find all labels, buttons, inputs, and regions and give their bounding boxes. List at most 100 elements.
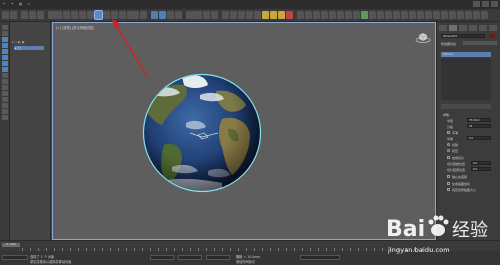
tool-helpers-icon[interactable] <box>1 61 8 66</box>
percent-snap-icon[interactable] <box>167 11 174 19</box>
toolbar-button-i[interactable] <box>361 11 368 19</box>
undo-icon[interactable] <box>2 11 9 19</box>
toolbar-button-n[interactable] <box>401 11 408 19</box>
curve-editor-icon[interactable] <box>246 11 253 19</box>
playback-controls[interactable] <box>300 255 340 260</box>
toolbar-button-v[interactable] <box>465 11 472 19</box>
slice-from-field[interactable]: 0.0 <box>471 161 491 165</box>
redo-icon[interactable] <box>10 11 17 19</box>
tool-filter-icon[interactable] <box>1 79 8 84</box>
object-color-swatch[interactable] <box>489 34 495 38</box>
tool-extra-icon[interactable] <box>1 115 8 120</box>
tool-lights-icon[interactable] <box>1 49 8 54</box>
toolbar-button-p[interactable] <box>417 11 424 19</box>
maximize-button[interactable] <box>482 1 489 7</box>
tool-select-icon[interactable] <box>1 25 8 30</box>
tab-motion[interactable] <box>469 25 477 31</box>
viewport-label[interactable]: [+] [透视] [默认明暗处理] <box>56 25 94 30</box>
pivot-center-icon[interactable] <box>140 11 147 19</box>
tab-utilities[interactable] <box>489 25 497 31</box>
minimize-button[interactable] <box>473 1 480 7</box>
tool-shapes-icon[interactable] <box>1 43 8 48</box>
snaps-toggle-icon[interactable] <box>151 11 158 19</box>
toolbar-button-q[interactable] <box>425 11 432 19</box>
select-and-scale-icon[interactable] <box>111 11 118 19</box>
menu-file-icon[interactable]: ▤ <box>18 1 25 8</box>
tab-modify[interactable] <box>449 25 457 31</box>
chop-radio[interactable] <box>447 143 450 146</box>
named-selection-dropdown[interactable] <box>186 11 202 19</box>
toolbar-button-r[interactable] <box>433 11 440 19</box>
select-region-icon[interactable] <box>79 11 86 19</box>
tool-display-icon[interactable] <box>1 31 8 36</box>
toolbar-button-d[interactable] <box>321 11 328 19</box>
align-icon[interactable] <box>211 11 218 19</box>
earth-sphere[interactable] <box>142 71 262 195</box>
toolbar-button-g[interactable] <box>345 11 352 19</box>
time-slider[interactable]: 0 / 100 <box>2 243 20 247</box>
toolbar-button-x[interactable] <box>481 11 488 19</box>
maxscript-listener[interactable] <box>2 255 28 260</box>
select-object-icon[interactable] <box>63 11 70 19</box>
material-editor-icon[interactable] <box>262 11 269 19</box>
graphite-ribbon-icon[interactable] <box>238 11 245 19</box>
toolbar-button-w[interactable] <box>473 11 480 19</box>
link-icon[interactable] <box>21 11 28 19</box>
segments-field[interactable]: 32 <box>467 124 491 128</box>
menu-redo-icon[interactable]: ↷ <box>10 1 17 8</box>
render-production-icon[interactable] <box>286 11 293 19</box>
params-section-title[interactable]: 参数 <box>443 113 449 117</box>
radius-field[interactable]: 75.0mm <box>467 118 491 122</box>
tool-geometry-icon[interactable] <box>1 37 8 42</box>
tool-spacewarps-icon[interactable] <box>1 67 8 72</box>
stack-controls[interactable] <box>441 104 491 109</box>
tool-layer-icon[interactable] <box>1 103 8 108</box>
schematic-view-icon[interactable] <box>254 11 261 19</box>
toolbar-button-s[interactable] <box>441 11 448 19</box>
render-setup-icon[interactable] <box>270 11 277 19</box>
coord-y-field[interactable] <box>178 255 202 260</box>
toolbar-button-l[interactable] <box>385 11 392 19</box>
mirror-icon[interactable] <box>203 11 210 19</box>
angle-snap-icon[interactable] <box>159 11 166 19</box>
toolbar-button-u[interactable] <box>457 11 464 19</box>
real-world-checkbox[interactable] <box>447 188 450 191</box>
add-time-tag[interactable]: 添加时间标记 <box>236 259 255 264</box>
menu-open-icon[interactable]: ▭ <box>26 1 33 8</box>
toolbar-button-t[interactable] <box>449 11 456 19</box>
spinner-snap-icon[interactable] <box>175 11 182 19</box>
menu-undo-icon[interactable]: ↶ <box>2 1 9 8</box>
selection-filter-dropdown[interactable] <box>48 11 62 19</box>
tool-find-icon[interactable] <box>1 109 8 114</box>
gen-map-coords-checkbox[interactable] <box>447 182 450 185</box>
tool-systems-icon[interactable] <box>1 73 8 78</box>
tool-cameras-icon[interactable] <box>1 55 8 60</box>
tab-create[interactable] <box>439 25 447 31</box>
base-to-pivot-checkbox[interactable] <box>447 175 450 178</box>
toolbar-button-m[interactable] <box>393 11 400 19</box>
squash-radio[interactable] <box>447 149 450 152</box>
tool-sort-icon[interactable] <box>1 85 8 90</box>
toolbar-button-a[interactable] <box>297 11 304 19</box>
tab-display[interactable] <box>479 25 487 31</box>
unlink-icon[interactable] <box>29 11 36 19</box>
smooth-checkbox[interactable] <box>447 131 450 134</box>
modifier-stack-item[interactable]: Sphere <box>441 52 491 57</box>
coord-x-field[interactable] <box>150 255 174 260</box>
viewcube-icon[interactable] <box>415 31 431 43</box>
window-crossing-icon[interactable] <box>87 11 94 19</box>
object-name-field[interactable]: Sphere001 <box>441 34 485 38</box>
toolbar-button-c[interactable] <box>313 11 320 19</box>
select-and-move-icon[interactable] <box>94 10 103 20</box>
scene-explorer-toggle-icon[interactable] <box>222 11 229 19</box>
layer-explorer-icon[interactable] <box>230 11 237 19</box>
toolbar-button-k[interactable] <box>377 11 384 19</box>
rendered-frame-window-icon[interactable] <box>278 11 285 19</box>
close-button[interactable] <box>491 1 498 7</box>
coord-z-field[interactable] <box>206 255 230 260</box>
tool-hide-icon[interactable] <box>1 91 8 96</box>
toolbar-button-j[interactable] <box>369 11 376 19</box>
scene-item-sphere[interactable]: ▸ ◯ <box>14 46 44 50</box>
select-and-place-icon[interactable] <box>119 11 126 19</box>
toolbar-button-f[interactable] <box>337 11 344 19</box>
